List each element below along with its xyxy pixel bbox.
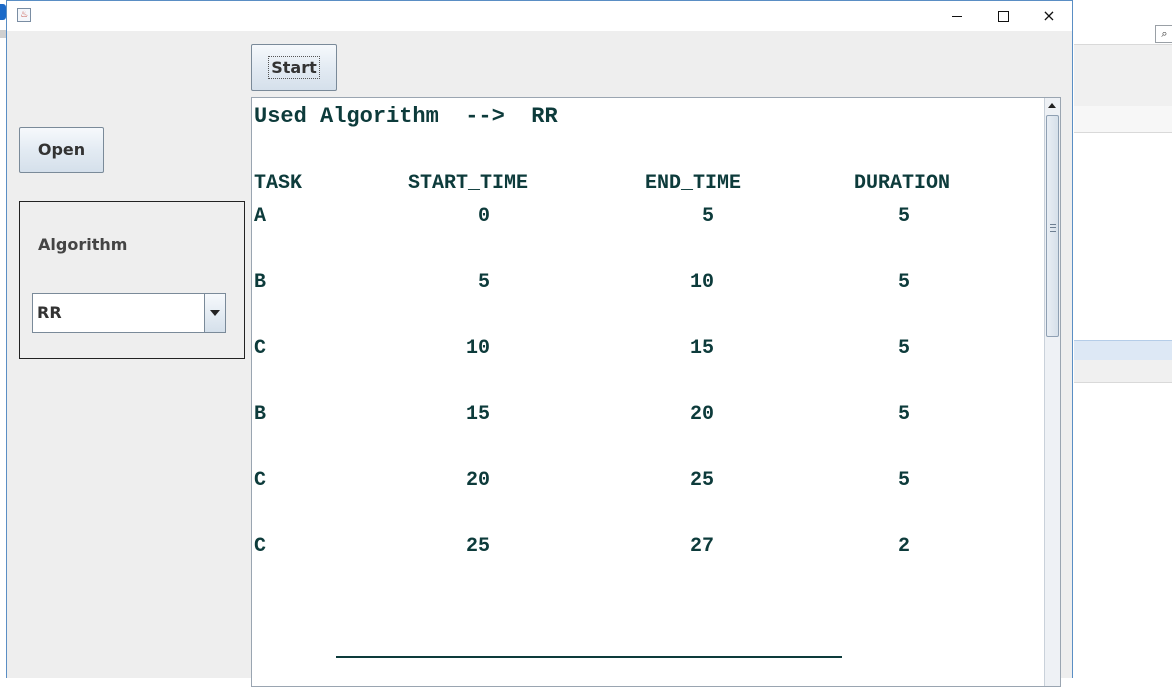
close-icon: ×	[1042, 6, 1056, 25]
row-2-task: B	[254, 271, 267, 294]
row-3-end-time: 15	[689, 337, 714, 360]
start-button-label: Start	[268, 56, 320, 79]
maximize-button[interactable]	[980, 1, 1026, 31]
header-start-time: START_TIME	[408, 172, 529, 195]
algorithm-selected-value: RR	[37, 303, 62, 322]
maximize-icon	[997, 10, 1009, 22]
header-end-time: END_TIME	[645, 172, 742, 195]
used-algorithm-line: Used Algorithm --> RR	[254, 104, 558, 129]
row-1-task: A	[254, 205, 267, 228]
search-icon[interactable]: ⌕	[1155, 25, 1172, 43]
row-2-start-time: 5	[477, 271, 490, 294]
minimize-icon	[952, 15, 962, 17]
row-1-end-time: 5	[701, 205, 714, 228]
row-3-start-time: 10	[465, 337, 490, 360]
row-2-end-time: 10	[689, 271, 714, 294]
scheduler-window: ♨ × Open Algorithm RR Start Used Algorit…	[6, 0, 1073, 687]
row-6-task: C	[254, 535, 267, 558]
title-bar[interactable]: ♨ ×	[7, 1, 1072, 31]
row-5-start-time: 20	[465, 469, 490, 492]
gantt-rule	[336, 656, 842, 658]
row-2-duration: 5	[897, 271, 910, 294]
algorithm-select[interactable]: RR	[32, 293, 226, 333]
background-toolbar-row	[1074, 82, 1172, 107]
close-button[interactable]: ×	[1026, 1, 1072, 31]
header-task: TASK	[254, 172, 303, 195]
vertical-scrollbar[interactable]	[1044, 98, 1060, 686]
row-4-end-time: 20	[689, 403, 714, 426]
dropdown-arrow-icon[interactable]	[204, 294, 225, 332]
row-1-start-time: 0	[477, 205, 490, 228]
header-duration: DURATION	[854, 172, 951, 195]
algorithm-label: Algorithm	[38, 235, 128, 254]
open-button[interactable]: Open	[19, 127, 104, 173]
row-5-task: C	[254, 469, 267, 492]
row-3-duration: 5	[897, 337, 910, 360]
background-header-row	[1074, 106, 1172, 133]
java-app-icon: ♨	[17, 8, 31, 22]
row-6-start-time: 25	[465, 535, 490, 558]
background-toolbar	[1074, 44, 1172, 84]
start-button[interactable]: Start	[251, 44, 337, 91]
row-6-duration: 2	[897, 535, 910, 558]
row-4-start-time: 15	[465, 403, 490, 426]
output-text-area[interactable]: Used Algorithm --> RR TASK START_TIME EN…	[251, 97, 1061, 687]
row-6-end-time: 27	[689, 535, 714, 558]
scroll-up-icon[interactable]	[1045, 98, 1060, 114]
background-selected-row	[1074, 340, 1172, 361]
background-row	[1074, 360, 1172, 383]
row-3-task: C	[254, 337, 267, 360]
algorithm-panel: Algorithm RR	[19, 201, 245, 359]
scroll-grip-icon	[1050, 224, 1056, 232]
row-4-task: B	[254, 403, 267, 426]
row-5-end-time: 25	[689, 469, 714, 492]
minimize-button[interactable]	[934, 1, 980, 31]
row-4-duration: 5	[897, 403, 910, 426]
row-1-duration: 5	[897, 205, 910, 228]
row-5-duration: 5	[897, 469, 910, 492]
scroll-thumb[interactable]	[1046, 115, 1059, 337]
